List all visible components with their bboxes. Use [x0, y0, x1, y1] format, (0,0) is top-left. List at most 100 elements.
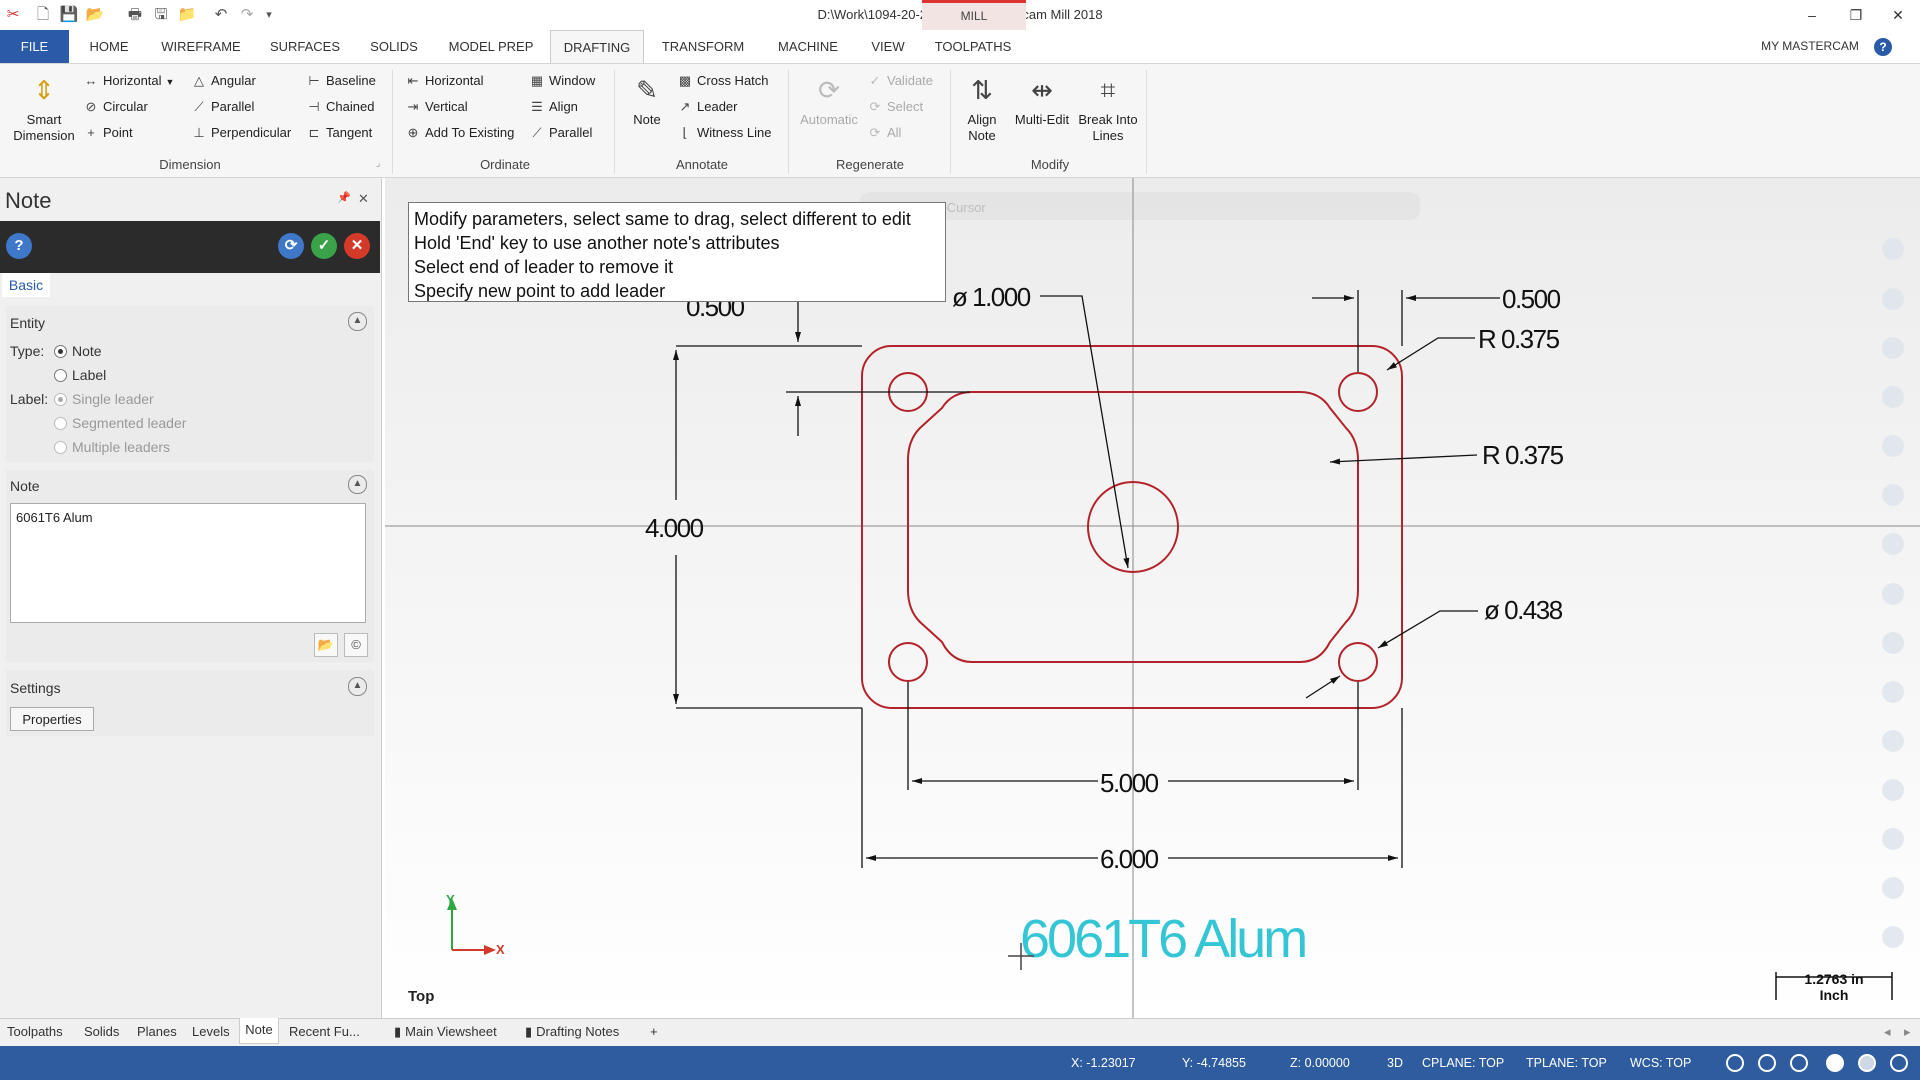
properties-button[interactable]: Properties — [10, 707, 94, 731]
type-note-radio[interactable] — [54, 345, 67, 358]
multiple-leaders-radio[interactable] — [54, 441, 67, 454]
page-icon[interactable] — [1882, 681, 1904, 703]
cross-hatch-button[interactable]: ▩ Cross Hatch — [676, 71, 769, 91]
ordinate-window-button[interactable]: ▦ Window — [528, 71, 595, 91]
leader-button[interactable]: ↗ Leader — [676, 97, 738, 117]
tab-toolpaths[interactable]: TOOLPATHS — [930, 30, 1016, 63]
status-wcs[interactable]: WCS: TOP — [1630, 1046, 1691, 1080]
tab-surfaces[interactable]: SURFACES — [265, 30, 345, 63]
sphere-icon[interactable] — [1858, 1054, 1876, 1072]
tab-toolpaths-manager[interactable]: Toolpaths — [7, 1020, 63, 1044]
tab-model-prep[interactable]: MODEL PREP — [440, 30, 542, 63]
perpendicular-button[interactable]: ⊥ Perpendicular — [190, 123, 291, 143]
tab-planes-manager[interactable]: Planes — [137, 1020, 177, 1044]
tab-machine[interactable]: MACHINE — [767, 30, 849, 63]
add-viewsheet-button[interactable]: + — [650, 1020, 658, 1044]
box-icon[interactable] — [1882, 632, 1904, 654]
display-mode-icon[interactable] — [1890, 1054, 1908, 1072]
align-note-button[interactable]: ⇅ Align Note — [956, 72, 1008, 144]
save-icon[interactable]: 💾 — [58, 4, 80, 26]
ruler-icon[interactable] — [1882, 730, 1904, 752]
measure-icon[interactable] — [1882, 484, 1904, 506]
single-leader-radio[interactable] — [54, 393, 67, 406]
chevron-up-icon[interactable]: ▲ — [348, 677, 367, 696]
undo-icon[interactable]: ↶ — [210, 4, 232, 26]
redo-icon[interactable]: ↷ — [236, 4, 258, 26]
tab-note-manager[interactable]: Note — [239, 1018, 279, 1044]
folder-icon[interactable]: 📁 — [176, 4, 198, 26]
viewsheet-main[interactable]: ▮ Main Viewsheet — [394, 1020, 497, 1044]
witness-line-button[interactable]: ⌊ Witness Line — [676, 123, 771, 143]
break-into-lines-button[interactable]: ⌗ Break Into Lines — [1074, 72, 1142, 144]
horizontal-dim-button[interactable]: ↔ Horizontal ▼ — [82, 71, 175, 91]
type-label-radio[interactable] — [54, 369, 67, 382]
regen-all-button[interactable]: ⟳ All — [866, 123, 902, 143]
circle-tool-icon[interactable] — [1882, 337, 1904, 359]
ordinate-parallel-button[interactable]: ⟋ Parallel — [528, 123, 592, 143]
no-icon[interactable] — [1882, 926, 1904, 948]
settings-icon[interactable] — [1882, 877, 1904, 899]
app-icon[interactable]: ✂ — [2, 4, 24, 26]
layers-icon[interactable] — [1882, 779, 1904, 801]
my-mastercam-link[interactable]: MY MASTERCAM — [1752, 30, 1868, 63]
tab-view[interactable]: VIEW — [863, 30, 913, 63]
chevron-up-icon[interactable]: ▲ — [348, 475, 367, 494]
tangent-button[interactable]: ⊏ Tangent — [305, 123, 373, 143]
tab-transform[interactable]: TRANSFORM — [655, 30, 751, 63]
hole-bottom-right[interactable] — [1338, 642, 1378, 682]
globe-icon[interactable] — [1726, 1054, 1744, 1072]
shaded-sphere-icon[interactable] — [1826, 1054, 1844, 1072]
tab-file[interactable]: FILE — [0, 30, 69, 63]
circular-dim-button[interactable]: ⊘ Circular — [82, 97, 148, 117]
open-icon[interactable]: 📂 — [84, 4, 106, 26]
hole-top-right[interactable] — [1338, 372, 1378, 412]
restore-button[interactable]: ❐ — [1834, 0, 1878, 30]
status-mode[interactable]: 3D — [1387, 1046, 1403, 1080]
ok-and-create-icon[interactable]: ⟳ — [278, 233, 304, 259]
minimize-button[interactable]: – — [1790, 0, 1834, 30]
part-geometry[interactable] — [861, 345, 1403, 709]
hole-bottom-left[interactable] — [888, 642, 928, 682]
parallel-dim-button[interactable]: ⟋ Parallel — [190, 97, 254, 117]
note-annotation[interactable]: 6061T6 Alum — [1020, 909, 1308, 969]
smart-dimension-button[interactable]: ⇕ Smart Dimension — [8, 72, 80, 144]
globe-icon[interactable] — [1758, 1054, 1776, 1072]
validate-button[interactable]: ✓ Validate — [866, 71, 933, 91]
scroll-right-icon[interactable]: ▸ — [1904, 1020, 1911, 1044]
note-button[interactable]: ✎ Note — [622, 72, 672, 128]
customize-icon[interactable]: ▾ — [258, 4, 280, 26]
regen-select-button[interactable]: ⟳ Select — [866, 97, 924, 117]
drawing-canvas[interactable]: AutoCursor ø 1.000 0.500 0.500 R 0.375 R… — [385, 178, 1920, 1018]
tab-solids[interactable]: SOLIDS — [360, 30, 428, 63]
chained-button[interactable]: ⊣ Chained — [305, 97, 374, 117]
tab-recent-functions[interactable]: Recent Fu... — [289, 1020, 360, 1044]
help-icon[interactable]: ? — [1874, 38, 1892, 56]
tab-solids-manager[interactable]: Solids — [84, 1020, 119, 1044]
shade-icon[interactable] — [1882, 583, 1904, 605]
add-to-existing-button[interactable]: ⊕ Add To Existing — [404, 123, 515, 143]
save-as-icon[interactable]: 🖫 — [150, 4, 172, 26]
symbol-icon[interactable]: © — [344, 633, 368, 657]
viewsheet-drafting-notes[interactable]: ▮ Drafting Notes — [525, 1020, 619, 1044]
zoom-in-icon[interactable] — [1882, 238, 1904, 260]
multi-edit-button[interactable]: ⇹ Multi-Edit — [1010, 72, 1074, 128]
angular-dim-button[interactable]: △ Angular — [190, 71, 256, 91]
cancel-icon[interactable]: ✕ — [344, 233, 370, 259]
globe-icon[interactable] — [1790, 1054, 1808, 1072]
panel-help-icon[interactable]: ? — [6, 233, 32, 259]
ordinate-vertical-button[interactable]: ⇥ Vertical — [404, 97, 468, 117]
open-file-icon[interactable]: 📂 — [314, 633, 338, 657]
pan-icon[interactable] — [1882, 288, 1904, 310]
pin-icon[interactable]: 📌 — [337, 191, 351, 204]
tab-wireframe[interactable]: WIREFRAME — [155, 30, 247, 63]
chevron-up-icon[interactable]: ▲ — [348, 312, 367, 331]
status-tplane[interactable]: TPLANE: TOP — [1526, 1046, 1607, 1080]
segmented-leader-radio[interactable] — [54, 417, 67, 430]
ordinate-align-button[interactable]: ☰ Align — [528, 97, 578, 117]
ordinate-horizontal-button[interactable]: ⇤ Horizontal — [404, 71, 484, 91]
automatic-button[interactable]: ⟳ Automatic — [794, 72, 864, 128]
status-cplane[interactable]: CPLANE: TOP — [1422, 1046, 1504, 1080]
panel-close-icon[interactable]: ✕ — [358, 191, 369, 207]
dialog-launcher-icon[interactable]: ⌟ — [376, 158, 380, 169]
tab-home[interactable]: HOME — [80, 30, 138, 63]
